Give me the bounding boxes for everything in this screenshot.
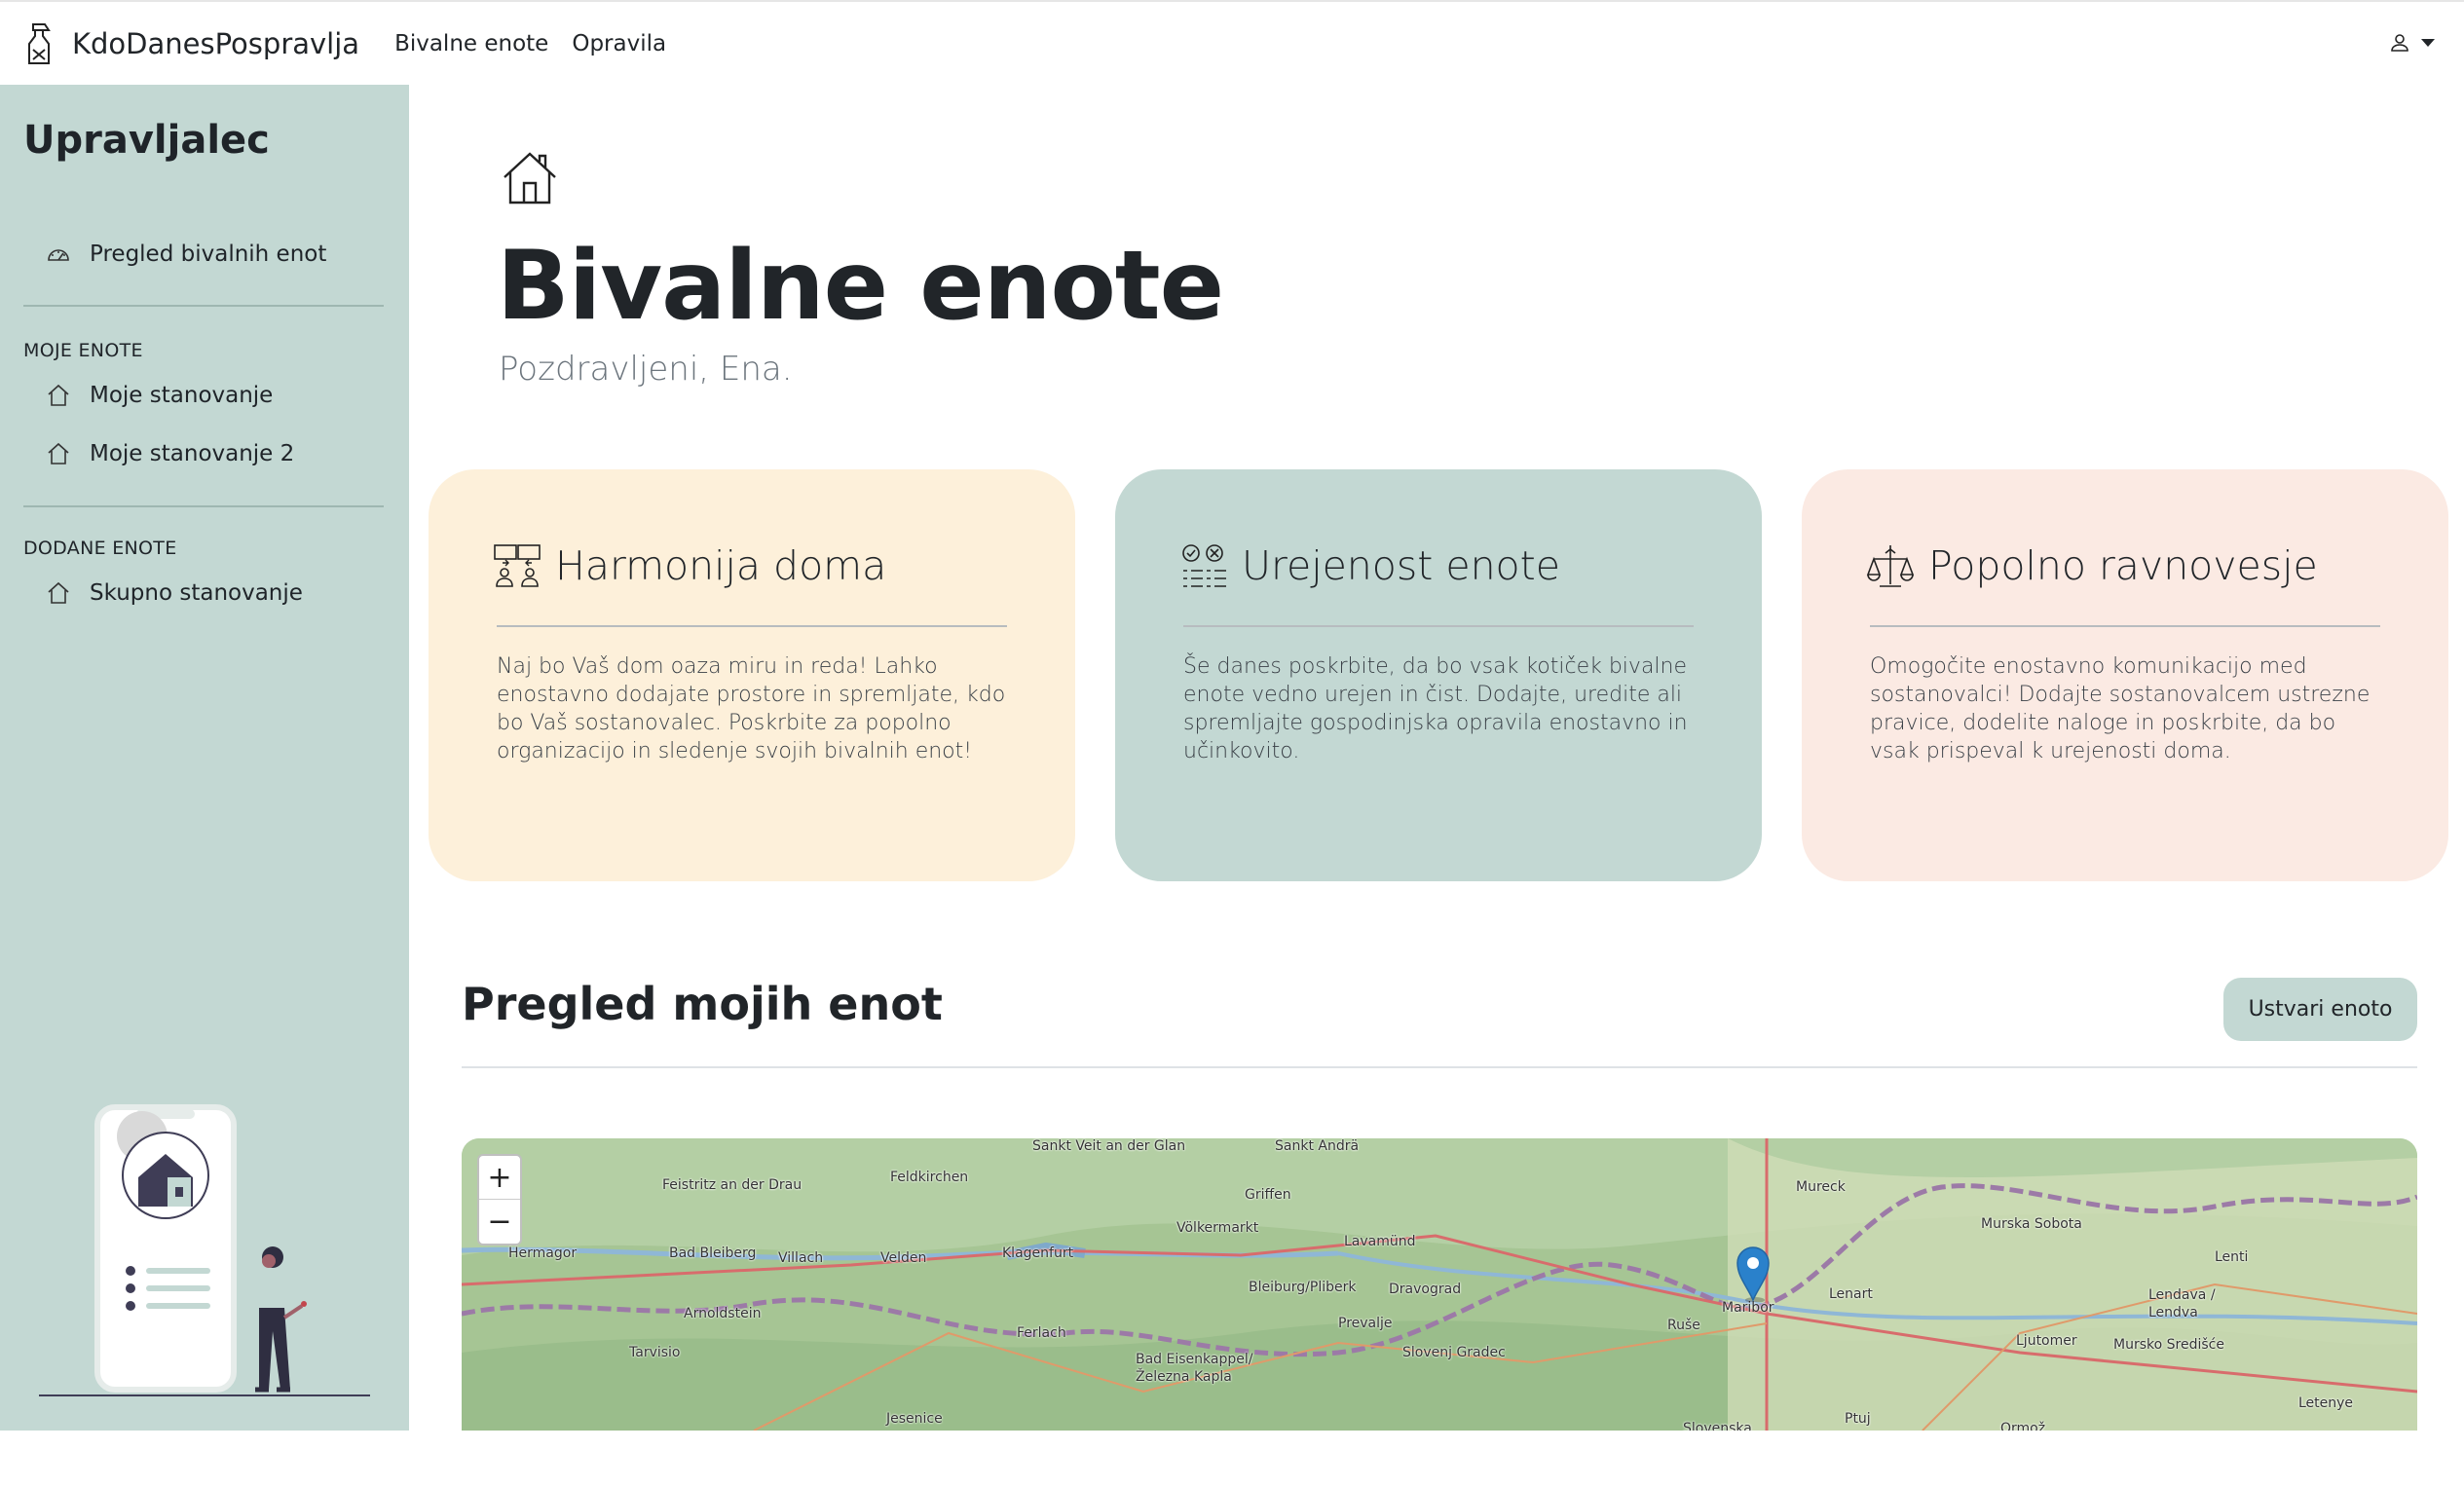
- map-place-label: Arnoldstein: [684, 1306, 762, 1321]
- sidebar-title: Upravljalec: [23, 118, 270, 163]
- map-place-label: Tarvisio: [629, 1345, 681, 1360]
- map-place-label: Murska Sobota: [1981, 1216, 2082, 1232]
- nav-links: Bivalne enote Opravila: [394, 31, 690, 56]
- card-description: Omogočite enostavno komunikacijo med sos…: [1870, 654, 2371, 763]
- speedometer-icon: [48, 249, 69, 261]
- page-title: Bivalne enote: [497, 231, 1224, 342]
- map-place-label: Ptuj: [1845, 1411, 1871, 1427]
- map-place-label: Letenye: [2298, 1395, 2354, 1411]
- card-divider: [1870, 625, 2380, 627]
- chevron-down-icon: [2421, 39, 2435, 47]
- sidebar-item-skupno-stanovanje[interactable]: Skupno stanovanje: [45, 579, 303, 607]
- sidebar: Upravljalec Pregled bivalnih enot MOJE E…: [0, 85, 409, 1431]
- map-place-label: Mureck: [1796, 1179, 1846, 1195]
- map-place-label: Ormož: [2000, 1421, 2046, 1431]
- balance-scale-icon: [1866, 545, 1915, 587]
- nav-link-bivalne-enote[interactable]: Bivalne enote: [394, 31, 548, 56]
- map-place-label: Klagenfurt: [1002, 1245, 1074, 1261]
- feature-card-harmonija: Harmonija doma Naj bo Vaš dom oaza miru …: [429, 469, 1075, 881]
- feature-card-urejenost: Urejenost enote Še danes poskrbite, da b…: [1115, 469, 1762, 881]
- sidebar-item-overview[interactable]: Pregled bivalnih enot: [45, 241, 326, 268]
- map-place-label: Bad Bleiberg: [669, 1245, 757, 1261]
- map-view[interactable]: + − Sankt Veit an der Glan Sankt Andrä F…: [462, 1138, 2417, 1431]
- card-title: Popolno ravnovesje: [1928, 542, 2318, 589]
- create-unit-button[interactable]: Ustvari enoto: [2223, 978, 2417, 1041]
- map-place-label: Maribor: [1722, 1300, 1774, 1316]
- section-divider: [462, 1066, 2417, 1068]
- brand-name: KdoDanesPospravlja: [72, 26, 360, 60]
- sidebar-section-added-units: DODANE ENOTE: [23, 538, 177, 559]
- feature-card-ravnovesje: Popolno ravnovesje Omogočite enostavno k…: [1802, 469, 2448, 881]
- nav-link-opravila[interactable]: Opravila: [572, 31, 666, 56]
- sidebar-item-moje-stanovanje-2[interactable]: Moje stanovanje 2: [45, 440, 294, 467]
- section-title: Pregled mojih enot: [462, 978, 943, 1030]
- spray-bottle-logo-icon: [28, 22, 51, 64]
- card-description: Naj bo Vaš dom oaza miru in reda! Lahko …: [497, 654, 1006, 763]
- sidebar-divider: [23, 505, 384, 507]
- user-icon: [2391, 34, 2408, 52]
- map-place-label: Villach: [778, 1250, 824, 1266]
- home-icon: [48, 384, 69, 406]
- map-place-label: Ruše: [1667, 1318, 1700, 1333]
- map-place-label: Ferlach: [1017, 1325, 1066, 1341]
- card-divider: [497, 625, 1007, 627]
- user-menu-toggle[interactable]: [2388, 31, 2435, 55]
- map-place-label: Jesenice: [886, 1411, 943, 1427]
- map-place-label: Feistritz an der Drau: [662, 1177, 803, 1193]
- map-place-label: Prevalje: [1338, 1316, 1393, 1331]
- map-place-label: Hermagor: [508, 1245, 578, 1261]
- people-exchange-icon: [494, 544, 541, 587]
- map-place-label: Dravograd: [1389, 1282, 1462, 1297]
- zoom-in-button[interactable]: +: [479, 1156, 520, 1200]
- sidebar-item-label: Pregled bivalnih enot: [90, 242, 327, 267]
- card-header: Urejenost enote: [1179, 541, 1560, 590]
- map-place-label: Feldkirchen: [890, 1170, 969, 1185]
- map-pin-icon[interactable]: [1734, 1244, 1773, 1302]
- map-place-label: Bad Eisenkappel/ Železna Kapla: [1136, 1352, 1253, 1385]
- map-place-label: Lenart: [1829, 1286, 1873, 1302]
- sidebar-divider: [23, 305, 384, 307]
- card-title: Harmonija doma: [555, 542, 887, 589]
- brand[interactable]: KdoDanesPospravlja: [21, 20, 359, 67]
- map-place-label: Völkermarkt: [1176, 1220, 1259, 1236]
- main-content: Bivalne enote Pozdravljeni, Ena. Harmoni…: [409, 85, 2464, 1431]
- card-header: Popolno ravnovesje: [1866, 541, 2318, 590]
- map-place-label: Lendava / Lendva: [2148, 1287, 2216, 1320]
- map-place-label: Lavamünd: [1344, 1234, 1416, 1249]
- sidebar-section-my-units: MOJE ENOTE: [23, 340, 143, 361]
- map-place-label: Sankt Andrä: [1275, 1138, 1360, 1154]
- zoom-out-button[interactable]: −: [479, 1200, 520, 1244]
- phone-house-illustration: [39, 1104, 370, 1396]
- map-place-label: Slovenska: [1683, 1421, 1752, 1431]
- greeting-text: Pozdravljeni, Ena.: [499, 350, 793, 389]
- card-divider: [1183, 625, 1694, 627]
- map-place-label: Velden: [880, 1250, 927, 1266]
- house-icon: [504, 152, 556, 204]
- sidebar-item-label: Moje stanovanje 2: [90, 441, 295, 466]
- card-header: Harmonija doma: [493, 541, 886, 590]
- card-description: Še danes poskrbite, da bo vsak kotiček b…: [1183, 654, 1688, 763]
- map-place-label: Sankt Veit an der Glan: [1032, 1138, 1186, 1154]
- map-place-label: Bleiburg/Pliberk: [1249, 1280, 1357, 1295]
- map-place-label: Mursko Središće: [2113, 1337, 2224, 1353]
- map-place-label: Ljutomer: [2016, 1333, 2077, 1349]
- map-place-label: Lenti: [2215, 1249, 2249, 1265]
- map-place-label: Griffen: [1245, 1187, 1291, 1203]
- home-icon: [48, 442, 69, 465]
- checklist-icon: [1182, 544, 1226, 587]
- sidebar-item-moje-stanovanje[interactable]: Moje stanovanje: [45, 382, 273, 409]
- map-place-label: Slovenj Gradec: [1402, 1345, 1506, 1360]
- card-title: Urejenost enote: [1242, 542, 1560, 589]
- top-navbar: KdoDanesPospravlja Bivalne enote Opravil…: [0, 0, 2464, 85]
- home-icon: [48, 581, 69, 604]
- sidebar-item-label: Skupno stanovanje: [90, 580, 303, 606]
- zoom-control: + −: [477, 1154, 522, 1245]
- sidebar-item-label: Moje stanovanje: [90, 383, 274, 408]
